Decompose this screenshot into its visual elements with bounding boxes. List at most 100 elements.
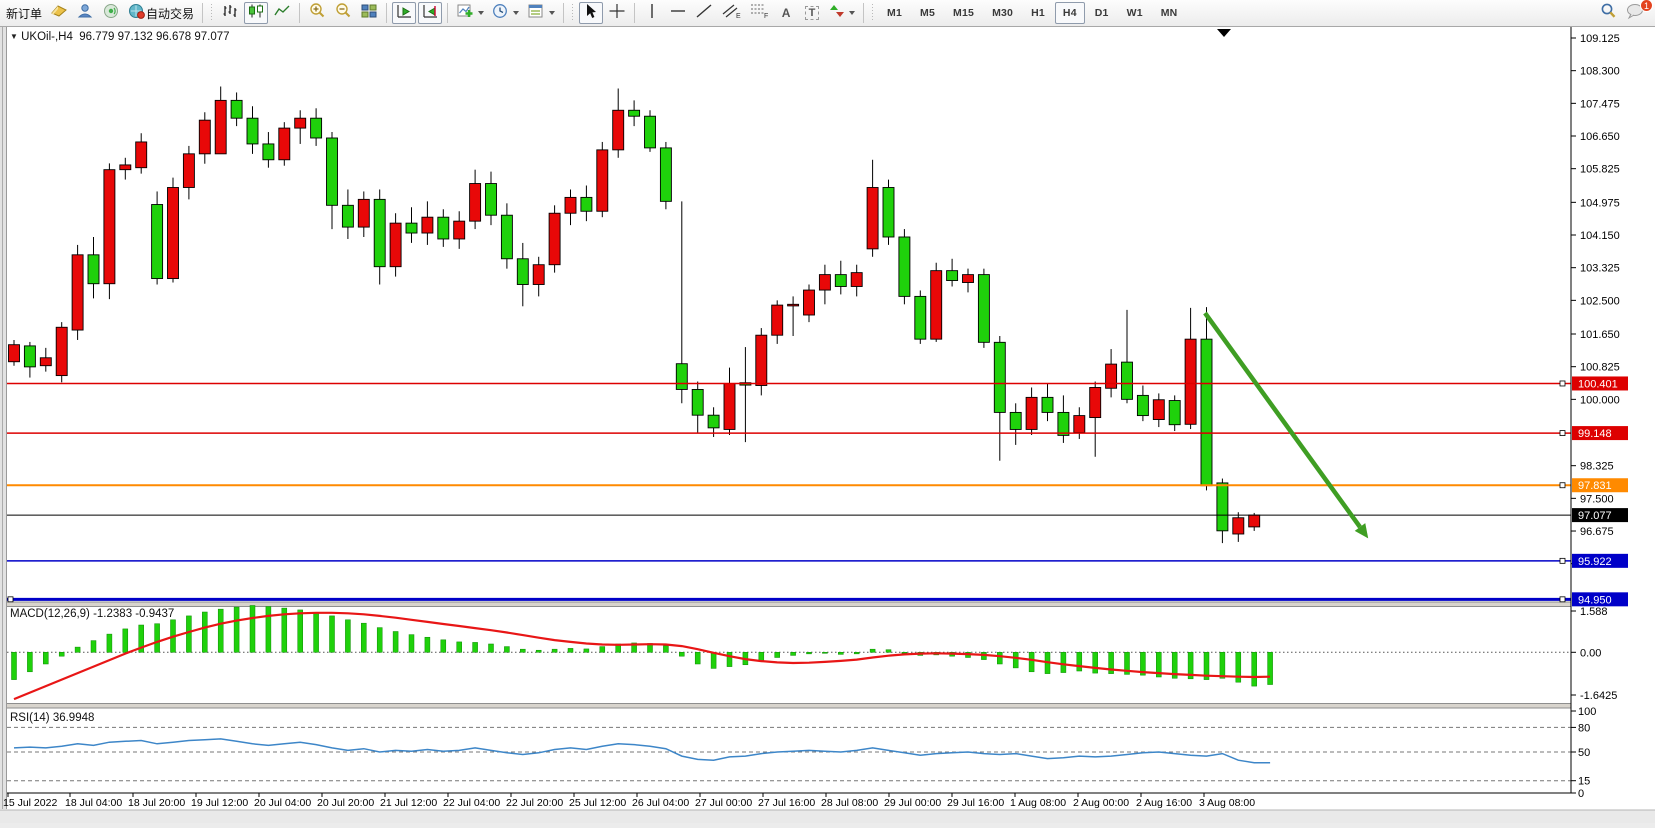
clock-icon <box>492 3 509 24</box>
toolbar-separator <box>386 3 387 23</box>
chevron-down-icon <box>549 11 555 15</box>
label-tool-button[interactable]: T <box>800 2 824 24</box>
line-chart-icon <box>273 3 291 24</box>
svg-text:29 Jul 16:00: 29 Jul 16:00 <box>947 797 1004 809</box>
text-label-icon: T <box>805 6 820 20</box>
toolbar-separator <box>863 3 864 23</box>
svg-text:94.950: 94.950 <box>1578 594 1612 606</box>
svg-text:100: 100 <box>1578 706 1596 718</box>
timeframe-mn-button[interactable]: MN <box>1153 2 1186 24</box>
deposit-button[interactable] <box>47 2 71 24</box>
timeframe-m1-button[interactable]: M1 <box>879 2 910 24</box>
person-icon <box>76 3 94 24</box>
svg-text:96.675: 96.675 <box>1580 526 1614 538</box>
svg-text:105.825: 105.825 <box>1580 164 1620 176</box>
vertical-line-button[interactable] <box>640 2 664 24</box>
svg-text:108.300: 108.300 <box>1580 66 1620 78</box>
timeframe-m15-button[interactable]: M15 <box>945 2 982 24</box>
zoom-out-icon <box>334 2 352 24</box>
notification-badge: 1 <box>1640 0 1653 12</box>
fibonacci-icon: F <box>749 2 769 24</box>
trendline-icon <box>695 3 713 24</box>
chart-window[interactable]: ▼ UKOil-,H4 96.779 97.132 96.678 97.077 … <box>0 27 1655 823</box>
svg-text:2 Aug 16:00: 2 Aug 16:00 <box>1136 797 1192 809</box>
svg-text:19 Jul 12:00: 19 Jul 12:00 <box>191 797 248 809</box>
svg-text:104.975: 104.975 <box>1580 197 1620 209</box>
templates-button[interactable] <box>524 2 558 24</box>
toolbar-right: 1 <box>1595 2 1649 24</box>
new-order-button[interactable]: 新订单 <box>3 2 45 24</box>
svg-text:-1.6425: -1.6425 <box>1580 690 1617 702</box>
toolbar-separator <box>563 3 564 23</box>
auto-scroll-button[interactable] <box>392 2 416 24</box>
chart-canvas[interactable]: 109.125108.300107.475106.650105.825104.9… <box>0 27 1655 823</box>
metaeditor-button[interactable] <box>73 2 97 24</box>
svg-text:18 Jul 04:00: 18 Jul 04:00 <box>65 797 122 809</box>
crosshair-button[interactable] <box>605 2 629 24</box>
svg-text:20 Jul 20:00: 20 Jul 20:00 <box>317 797 374 809</box>
crosshair-icon <box>608 3 626 24</box>
svg-text:27 Jul 16:00: 27 Jul 16:00 <box>758 797 815 809</box>
toolbar-separator <box>202 3 203 23</box>
candlestick-chart-icon <box>247 3 265 24</box>
timeframe-h4-button[interactable]: H4 <box>1055 2 1085 24</box>
cursor-icon <box>584 3 598 24</box>
chart-shift-button[interactable] <box>418 2 442 24</box>
trendline-button[interactable] <box>692 2 716 24</box>
cursor-button[interactable] <box>579 2 603 24</box>
equidistant-channel-button[interactable]: E <box>718 2 744 24</box>
svg-text:21 Jul 12:00: 21 Jul 12:00 <box>380 797 437 809</box>
main-toolbar: 新订单 自动交易 <box>0 0 1655 27</box>
toolbar-separator <box>447 3 448 23</box>
status-strip <box>0 810 1655 823</box>
svg-text:99.148: 99.148 <box>1578 428 1612 440</box>
broadcast-button[interactable] <box>99 2 123 24</box>
horizontal-line-button[interactable] <box>666 2 690 24</box>
autotrading-button[interactable]: 自动交易 <box>125 2 197 24</box>
zoom-in-button[interactable] <box>305 2 329 24</box>
svg-text:0: 0 <box>1578 788 1584 800</box>
bar-chart-button[interactable] <box>218 2 242 24</box>
line-chart-button[interactable] <box>270 2 294 24</box>
svg-text:15 Jul 2022: 15 Jul 2022 <box>3 797 57 809</box>
svg-text:E: E <box>736 13 741 19</box>
svg-text:15: 15 <box>1578 776 1590 788</box>
shapes-button[interactable] <box>826 2 858 24</box>
svg-text:22 Jul 04:00: 22 Jul 04:00 <box>443 797 500 809</box>
candlestick-chart-button[interactable] <box>244 2 268 24</box>
svg-text:101.650: 101.650 <box>1580 329 1620 341</box>
svg-text:20 Jul 04:00: 20 Jul 04:00 <box>254 797 311 809</box>
indicators-plus-icon <box>456 3 474 24</box>
timeframe-w1-button[interactable]: W1 <box>1119 2 1151 24</box>
collapse-icon[interactable]: ▼ <box>10 32 18 41</box>
periods-button[interactable] <box>489 2 522 24</box>
timeframe-m5-button[interactable]: M5 <box>912 2 943 24</box>
zoom-out-button[interactable] <box>331 2 355 24</box>
svg-text:50: 50 <box>1578 747 1590 759</box>
toolbar-separator <box>299 3 300 23</box>
template-icon <box>527 3 545 24</box>
chevron-down-icon <box>478 11 484 15</box>
svg-text:109.125: 109.125 <box>1580 33 1620 45</box>
zoom-in-icon <box>308 2 326 24</box>
timeframe-d1-button[interactable]: D1 <box>1087 2 1117 24</box>
text-A-icon: A <box>782 6 791 20</box>
toolbar-grip <box>871 4 875 22</box>
indicators-button[interactable] <box>453 2 487 24</box>
svg-text:95.922: 95.922 <box>1578 556 1612 568</box>
notifications-button[interactable]: 1 <box>1622 2 1648 24</box>
fibonacci-button[interactable]: F <box>746 2 772 24</box>
ohlc-values: 96.779 97.132 96.678 97.077 <box>79 31 229 43</box>
svg-text:102.500: 102.500 <box>1580 295 1620 307</box>
svg-text:103.325: 103.325 <box>1580 263 1620 275</box>
text-tool-button[interactable]: A <box>774 2 798 24</box>
vertical-line-icon <box>646 3 658 24</box>
timeframe-h1-button[interactable]: H1 <box>1023 2 1053 24</box>
svg-text:104.150: 104.150 <box>1580 230 1620 242</box>
search-button[interactable] <box>1596 2 1620 24</box>
toolbar-grip <box>571 4 575 22</box>
timeframe-m30-button[interactable]: M30 <box>984 2 1021 24</box>
auto-scroll-icon <box>395 3 413 24</box>
tile-windows-button[interactable] <box>357 2 381 24</box>
signal-icon <box>102 3 120 24</box>
